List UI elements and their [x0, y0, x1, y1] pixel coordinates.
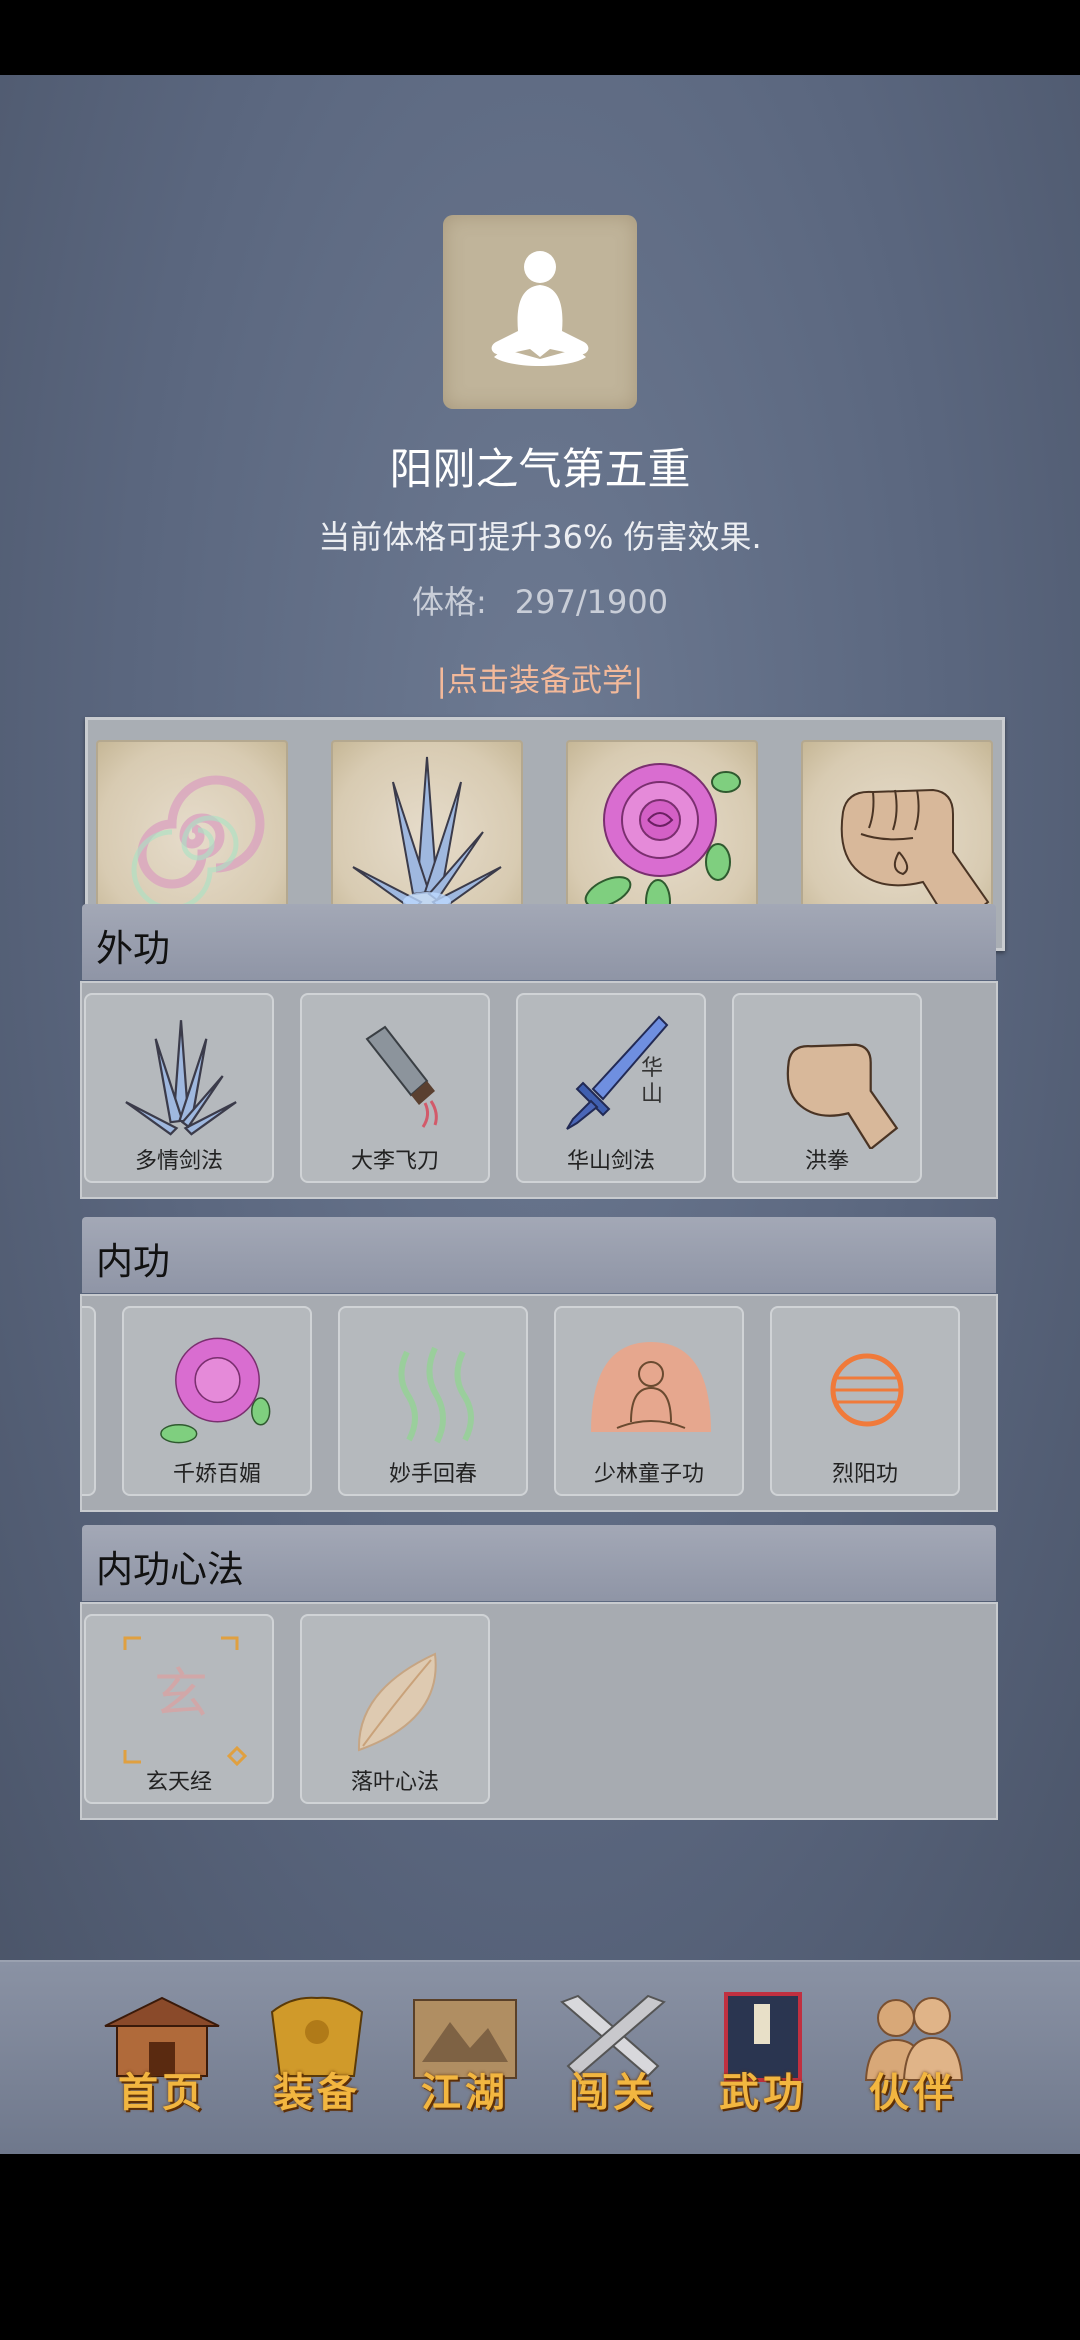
- green-waves-icon: [398, 1346, 474, 1444]
- skill-name: 大李飞刀: [350, 1149, 439, 1174]
- section-title-internal: 内功: [96, 1240, 170, 1283]
- stat-label: 体格:: [411, 583, 487, 621]
- nav-label-challenge: 闯关: [569, 2069, 657, 2116]
- section-header-mental: 内功心法: [82, 1525, 996, 1601]
- nav-challenge[interactable]: 闯关: [548, 1992, 678, 2122]
- skill-name: 烈阳功: [831, 1462, 898, 1487]
- skill-name: 妙手回春: [388, 1462, 477, 1487]
- skill-description: 当前体格可提升36% 伤害效果.: [318, 518, 762, 556]
- skill-name: 华山剑法: [566, 1149, 655, 1174]
- nav-label-martial-arts: 武功: [719, 2069, 807, 2116]
- skill-card-partial[interactable]: [82, 1306, 96, 1496]
- skill-name: 多情剑法: [134, 1149, 223, 1174]
- section-title-external: 外功: [96, 927, 170, 970]
- skill-card[interactable]: 烈阳功: [770, 1306, 960, 1496]
- skill-name: 洪拳: [804, 1149, 849, 1174]
- section-header-external: 外功: [82, 904, 996, 980]
- rose-icon: [160, 1337, 271, 1444]
- cleaver-icon: [365, 1025, 438, 1128]
- skill-title: 阳刚之气第五重: [389, 445, 691, 495]
- skill-card[interactable]: 妙手回春: [338, 1306, 528, 1496]
- sword-icon: 华 山: [566, 1015, 669, 1130]
- nav-home[interactable]: 首页: [97, 1992, 227, 2122]
- xuan-character: 玄: [154, 1662, 208, 1725]
- section-list-external[interactable]: 多情剑法 大李飞刀 华 山 华山剑法 洪拳: [80, 981, 998, 1199]
- skill-name: 落叶心法: [350, 1770, 439, 1795]
- bottom-nav: 首页 装备 江湖 闯关 武功 伙伴: [0, 1960, 1080, 2154]
- meditating-figure-icon: [491, 251, 589, 366]
- skill-card[interactable]: 洪拳: [732, 993, 922, 1183]
- fist-icon: [786, 1043, 899, 1149]
- fist-icon: [840, 788, 990, 932]
- equip-martial-arts-link[interactable]: |点击装备武学|: [0, 655, 1080, 700]
- sword-fan-icon: [352, 756, 502, 912]
- sword-inscription-bottom: 山: [641, 1082, 663, 1107]
- section-list-mental[interactable]: 玄 玄天经 落叶心法: [80, 1602, 998, 1820]
- sword-fan-icon: [125, 1020, 237, 1136]
- meditating-monk-icon: [591, 1342, 711, 1432]
- section-list-internal[interactable]: 千娇百媚 妙手回春 少林童子功 烈阳功: [80, 1294, 998, 1512]
- skill-card[interactable]: 多情剑法: [84, 993, 274, 1183]
- skill-card[interactable]: 千娇百媚: [122, 1306, 312, 1496]
- nav-label-equipment: 装备: [273, 2069, 361, 2116]
- stat-value: 297/1900: [514, 583, 669, 621]
- swirl-icon: [131, 775, 265, 911]
- skill-name: 玄天经: [145, 1770, 212, 1795]
- skill-card[interactable]: 落叶心法: [300, 1614, 490, 1804]
- section-title-mental: 内功心法: [96, 1548, 244, 1591]
- nav-jianghu[interactable]: 江湖: [400, 1992, 530, 2122]
- skill-card[interactable]: 少林童子功: [554, 1306, 744, 1496]
- sword-inscription-top: 华: [641, 1056, 663, 1081]
- skill-name: 千娇百媚: [172, 1462, 261, 1487]
- skill-card[interactable]: 大李飞刀: [300, 993, 490, 1183]
- skill-name: 少林童子功: [593, 1462, 704, 1487]
- sun-ball-icon: [830, 1353, 904, 1427]
- meditation-avatar: [443, 215, 637, 409]
- rose-icon: [584, 763, 741, 925]
- nav-label-companions: 伙伴: [869, 2069, 957, 2116]
- nav-companions[interactable]: 伙伴: [848, 1992, 978, 2122]
- martial-arts-screen: 阳刚之气第五重 当前体格可提升36% 伤害效果. 体格: 297/1900 |点击…: [0, 75, 1080, 2154]
- leaf-icon: [357, 1652, 437, 1752]
- skill-card[interactable]: 玄 玄天经: [84, 1614, 274, 1804]
- constitution-stat: 体格: 297/1900: [0, 577, 1080, 623]
- nav-label-jianghu: 江湖: [421, 2069, 509, 2116]
- nav-label-home: 首页: [118, 2069, 206, 2116]
- section-header-internal: 内功: [82, 1217, 996, 1293]
- nav-equipment[interactable]: 装备: [252, 1992, 382, 2122]
- nav-martial-arts[interactable]: 武功: [698, 1992, 828, 2122]
- xuan-seal-icon: 玄: [123, 1636, 248, 1767]
- skill-card[interactable]: 华 山 华山剑法: [516, 993, 706, 1183]
